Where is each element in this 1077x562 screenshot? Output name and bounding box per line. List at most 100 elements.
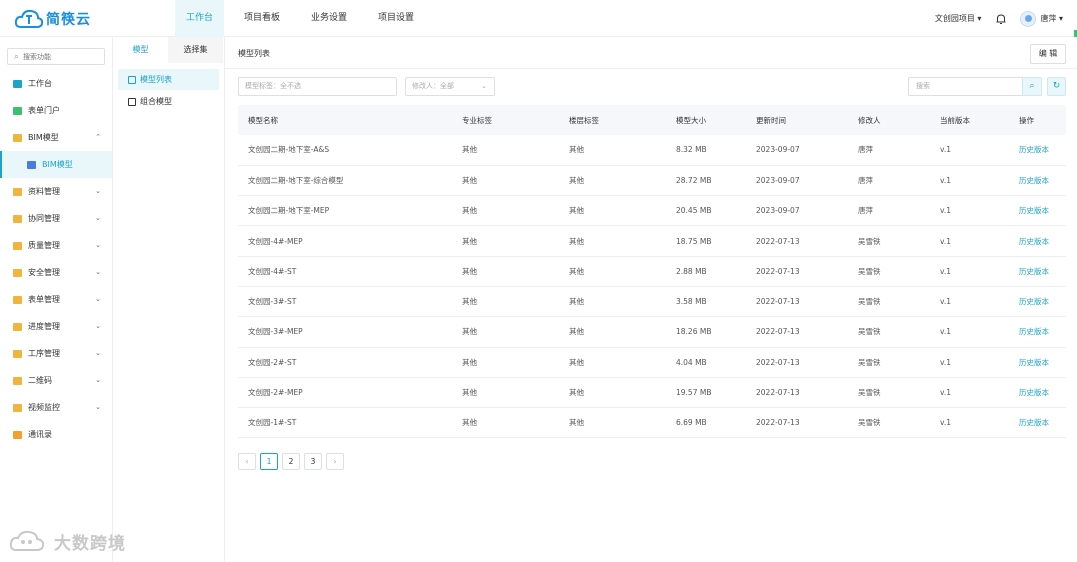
sidebar-item-process[interactable]: 工序管理 ⌄ [0, 340, 112, 367]
cell-action[interactable]: 历史版本 [1009, 135, 1066, 166]
function-search-input[interactable] [23, 52, 94, 61]
topnav-project-board[interactable]: 项目看板 [233, 0, 291, 37]
cell-model-name: 文创园二期-地下室-MEP [238, 195, 452, 227]
refresh-button[interactable]: ↻ [1047, 77, 1066, 96]
watermark-logo-icon [9, 530, 45, 551]
chevron-down-icon: ⌄ [95, 403, 101, 411]
cell-modifier: 吴雪铁 [848, 225, 930, 257]
top-nav: 工作台 项目看板 业务设置 项目设置 [175, 0, 434, 37]
sidebar-item-progress[interactable]: 进度管理 ⌄ [0, 313, 112, 340]
cell-discipline-tag: 其他 [452, 316, 559, 348]
cell-modifier: 吴雪铁 [848, 407, 930, 439]
search-button[interactable]: ⌕ [1022, 77, 1042, 96]
cell-update-time: 2023-09-07 [746, 165, 848, 197]
sidebar: ⌕ 工作台 表单门户 BIM模型 ⌃ BIM模型 资料管理 ⌄ 协同管理 ⌄ [0, 37, 113, 562]
top-bar: 简筷云 工作台 项目看板 业务设置 项目设置 文创园项目 ▾ 唐萍 ▾ [0, 0, 1077, 62]
cell-floor-tag: 其他 [559, 225, 666, 257]
model-subpanel: 模型 选择集 模型列表 组合模型 [113, 37, 225, 562]
sidebar-subitem-bim-model[interactable]: BIM模型 [0, 151, 112, 178]
table-row: 文创园-4#-ST 其他 其他 2.88 MB 2022-07-13 吴雪铁 v.1 历史版本 [238, 256, 1066, 287]
cell-floor-tag: 其他 [559, 165, 666, 197]
search-input[interactable]: 搜索 [908, 77, 1022, 96]
sidebar-item-safety[interactable]: 安全管理 ⌄ [0, 259, 112, 286]
cell-action[interactable]: 历史版本 [1009, 316, 1066, 348]
sidebar-item-forms[interactable]: 表单管理 ⌄ [0, 286, 112, 313]
watermark: 大数跨境 [8, 528, 126, 554]
cell-model-name: 文创园-4#-MEP [238, 225, 452, 257]
sidebar-item-workbench[interactable]: 工作台 [0, 70, 112, 97]
form-portal-icon [13, 106, 22, 115]
cell-model-size: 18.26 MB [666, 316, 746, 348]
prev-page-button[interactable]: ‹ [238, 453, 256, 470]
cell-discipline-tag: 其他 [452, 347, 559, 378]
cell-floor-tag: 其他 [559, 286, 666, 318]
model-tag-filter[interactable]: 模型标签：全不选 [238, 77, 397, 96]
table-row: 文创园-2#-MEP 其他 其他 19.57 MB 2022-07-13 吴雪铁 v.1 历史… [238, 377, 1066, 409]
cell-floor-tag: 其他 [559, 195, 666, 227]
cell-action[interactable]: 历史版本 [1009, 195, 1066, 227]
modifier-filter[interactable]: 修改人：全部 ⌄ [405, 77, 495, 96]
subitem-label: 模型列表 [140, 75, 172, 84]
col-version: 当前版本 [930, 105, 1009, 135]
topnav-workbench[interactable]: 工作台 [175, 0, 225, 37]
header-right: 文创园项目 ▾ 唐萍 ▾ [935, 0, 1077, 37]
cell-floor-tag: 其他 [559, 256, 666, 287]
chevron-down-icon: ⌄ [95, 349, 101, 357]
edit-button[interactable]: 编 辑 [1030, 44, 1066, 64]
sidebar-item-form-portal[interactable]: 表单门户 [0, 97, 112, 124]
search-icon: ⌕ [1029, 81, 1035, 91]
cell-model-size: 6.69 MB [666, 407, 746, 439]
cell-version: v.1 [930, 407, 1009, 439]
subitem-label: 组合模型 [140, 97, 172, 106]
page-1-button[interactable]: 1 [260, 453, 278, 470]
app-logo[interactable]: 简筷云 [14, 7, 91, 31]
modifier-filter-value: 修改人：全部 [412, 82, 454, 90]
cell-action[interactable]: 历史版本 [1009, 407, 1066, 439]
bell-icon[interactable] [995, 13, 1007, 25]
cell-discipline-tag: 其他 [452, 256, 559, 287]
avatar[interactable] [1020, 10, 1037, 27]
cell-action[interactable]: 历史版本 [1009, 286, 1066, 318]
sidebar-item-documents[interactable]: 资料管理 ⌄ [0, 178, 112, 205]
cube-icon [128, 75, 136, 84]
cell-version: v.1 [930, 377, 1009, 409]
bim-icon [27, 160, 36, 169]
cell-modifier: 唐萍 [848, 195, 930, 227]
subitem-combined-model[interactable]: 组合模型 [118, 91, 219, 112]
cloud-logo-icon [14, 9, 44, 28]
cell-action[interactable]: 历史版本 [1009, 165, 1066, 197]
topnav-project-settings[interactable]: 项目设置 [367, 0, 425, 37]
cell-action[interactable]: 历史版本 [1009, 225, 1066, 257]
cell-action[interactable]: 历史版本 [1009, 347, 1066, 378]
chevron-down-icon: ⌄ [95, 322, 101, 330]
sidebar-item-qrcode[interactable]: 二维码 ⌄ [0, 367, 112, 394]
tab-selection-set[interactable]: 选择集 [168, 37, 223, 63]
next-page-button[interactable]: › [326, 453, 344, 470]
tab-model[interactable]: 模型 [113, 37, 168, 63]
topnav-business-settings[interactable]: 业务设置 [300, 0, 358, 37]
subitem-model-list[interactable]: 模型列表 [118, 69, 219, 90]
folder-icon [13, 376, 22, 385]
cell-model-name: 文创园-2#-ST [238, 347, 452, 378]
sidebar-item-collaboration[interactable]: 协同管理 ⌄ [0, 205, 112, 232]
sidebar-item-quality[interactable]: 质量管理 ⌄ [0, 232, 112, 259]
sidebar-item-bim[interactable]: BIM模型 ⌃ [0, 124, 112, 151]
sidebar-item-contacts[interactable]: 通讯录 [0, 421, 112, 448]
page-3-button[interactable]: 3 [304, 453, 322, 470]
cell-action[interactable]: 历史版本 [1009, 256, 1066, 287]
cell-model-name: 文创园-2#-MEP [238, 377, 452, 409]
sidebar-menu: 工作台 表单门户 BIM模型 ⌃ BIM模型 资料管理 ⌄ 协同管理 ⌄ 质量管… [0, 70, 112, 448]
sidebar-item-video[interactable]: 视频监控 ⌄ [0, 394, 112, 421]
contacts-icon [13, 430, 22, 439]
cell-action[interactable]: 历史版本 [1009, 377, 1066, 409]
cell-model-name: 文创园-3#-ST [238, 286, 452, 318]
sidebar-item-label: 二维码 [28, 376, 52, 385]
page-2-button[interactable]: 2 [282, 453, 300, 470]
main-header: 模型列表 编 辑 [225, 37, 1077, 69]
project-selector[interactable]: 文创园项目 ▾ [935, 13, 982, 24]
cell-model-size: 20.45 MB [666, 195, 746, 227]
sidebar-item-label: 通讯录 [28, 430, 52, 439]
user-menu[interactable]: 唐萍 ▾ [1040, 13, 1063, 24]
function-search[interactable]: ⌕ [7, 48, 105, 65]
dashboard-icon [13, 79, 22, 88]
